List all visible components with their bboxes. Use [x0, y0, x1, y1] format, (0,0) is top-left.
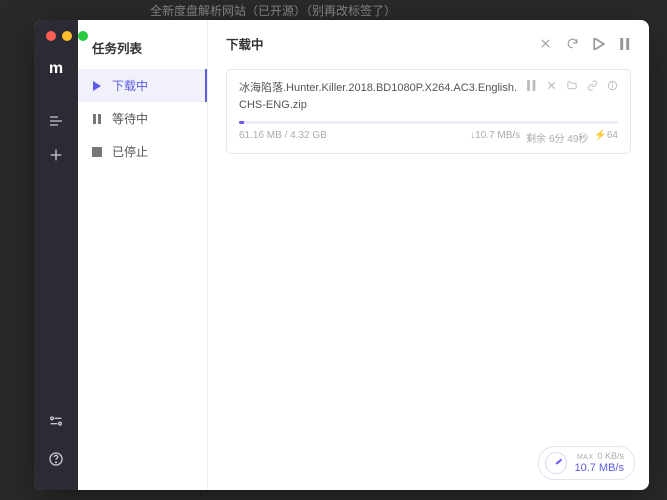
- speed-widget[interactable]: MAX0 KB/s 10.7 MB/s: [538, 446, 635, 480]
- task-info-button[interactable]: [607, 80, 618, 91]
- sidebar-item-label: 已停止: [112, 143, 148, 160]
- sidebar-item-downloading[interactable]: 下载中: [78, 69, 207, 102]
- task-filename: 冰海陷落.Hunter.Killer.2018.BD1080P.X264.AC3…: [239, 80, 518, 113]
- task-eta: 剩余 6分 49秒: [526, 130, 588, 145]
- window-controls: [46, 31, 88, 41]
- refresh-button[interactable]: [566, 37, 579, 50]
- window-zoom[interactable]: [78, 31, 88, 41]
- main-header: 下载中: [208, 20, 649, 65]
- main-panel: 下载中 冰海陷落: [208, 20, 649, 490]
- gauge-icon: [545, 452, 567, 474]
- resume-all-button[interactable]: [593, 38, 605, 50]
- task-progress-fill: [239, 121, 244, 124]
- header-actions: [539, 37, 631, 50]
- task-list-panel: 任务列表 下载中 等待中 已停止: [78, 20, 208, 490]
- main-title: 下载中: [226, 34, 264, 53]
- speed-upload: MAX0 KB/s: [574, 451, 624, 462]
- task-size: 61.16 MB / 4.32 GB: [239, 130, 327, 145]
- nav-rail: m: [34, 20, 78, 490]
- task-delete-button[interactable]: [546, 80, 557, 91]
- play-icon: [92, 80, 104, 92]
- nav-help[interactable]: [34, 442, 78, 476]
- nav-settings[interactable]: [34, 404, 78, 438]
- sidebar-item-stopped[interactable]: 已停止: [78, 135, 207, 168]
- window-minimize[interactable]: [62, 31, 72, 41]
- task-pause-button[interactable]: [526, 80, 537, 91]
- task-link-button[interactable]: [587, 80, 598, 91]
- task-speed: ↓10.7 MB/s: [470, 130, 520, 145]
- sidebar-item-label: 下载中: [112, 77, 148, 94]
- task-peers: ⚡64: [594, 130, 618, 145]
- window-close[interactable]: [46, 31, 56, 41]
- task-meta: 61.16 MB / 4.32 GB ↓10.7 MB/s 剩余 6分 49秒 …: [239, 130, 618, 145]
- speed-download: 10.7 MB/s: [574, 462, 624, 475]
- pause-all-button[interactable]: [619, 38, 631, 50]
- task-list-title: 任务列表: [78, 30, 207, 69]
- pause-icon: [92, 113, 104, 125]
- nav-tasks[interactable]: [34, 104, 78, 138]
- nav-add[interactable]: [34, 138, 78, 172]
- clear-button[interactable]: [539, 37, 552, 50]
- stop-icon: [92, 146, 104, 158]
- browser-background: 全新度盘解析网站（已开源）（别再改标签了） m: [0, 0, 667, 500]
- app-logo: m: [49, 60, 63, 78]
- task-card[interactable]: 冰海陷落.Hunter.Killer.2018.BD1080P.X264.AC3…: [226, 69, 631, 154]
- app-window: m 任务列表 下: [34, 20, 649, 490]
- task-progress-bar: [239, 121, 618, 124]
- task-folder-button[interactable]: [566, 80, 578, 91]
- sidebar-item-waiting[interactable]: 等待中: [78, 102, 207, 135]
- background-tab-title: 全新度盘解析网站（已开源）（别再改标签了）: [150, 2, 396, 19]
- sidebar-item-label: 等待中: [112, 110, 148, 127]
- task-actions: [526, 80, 618, 91]
